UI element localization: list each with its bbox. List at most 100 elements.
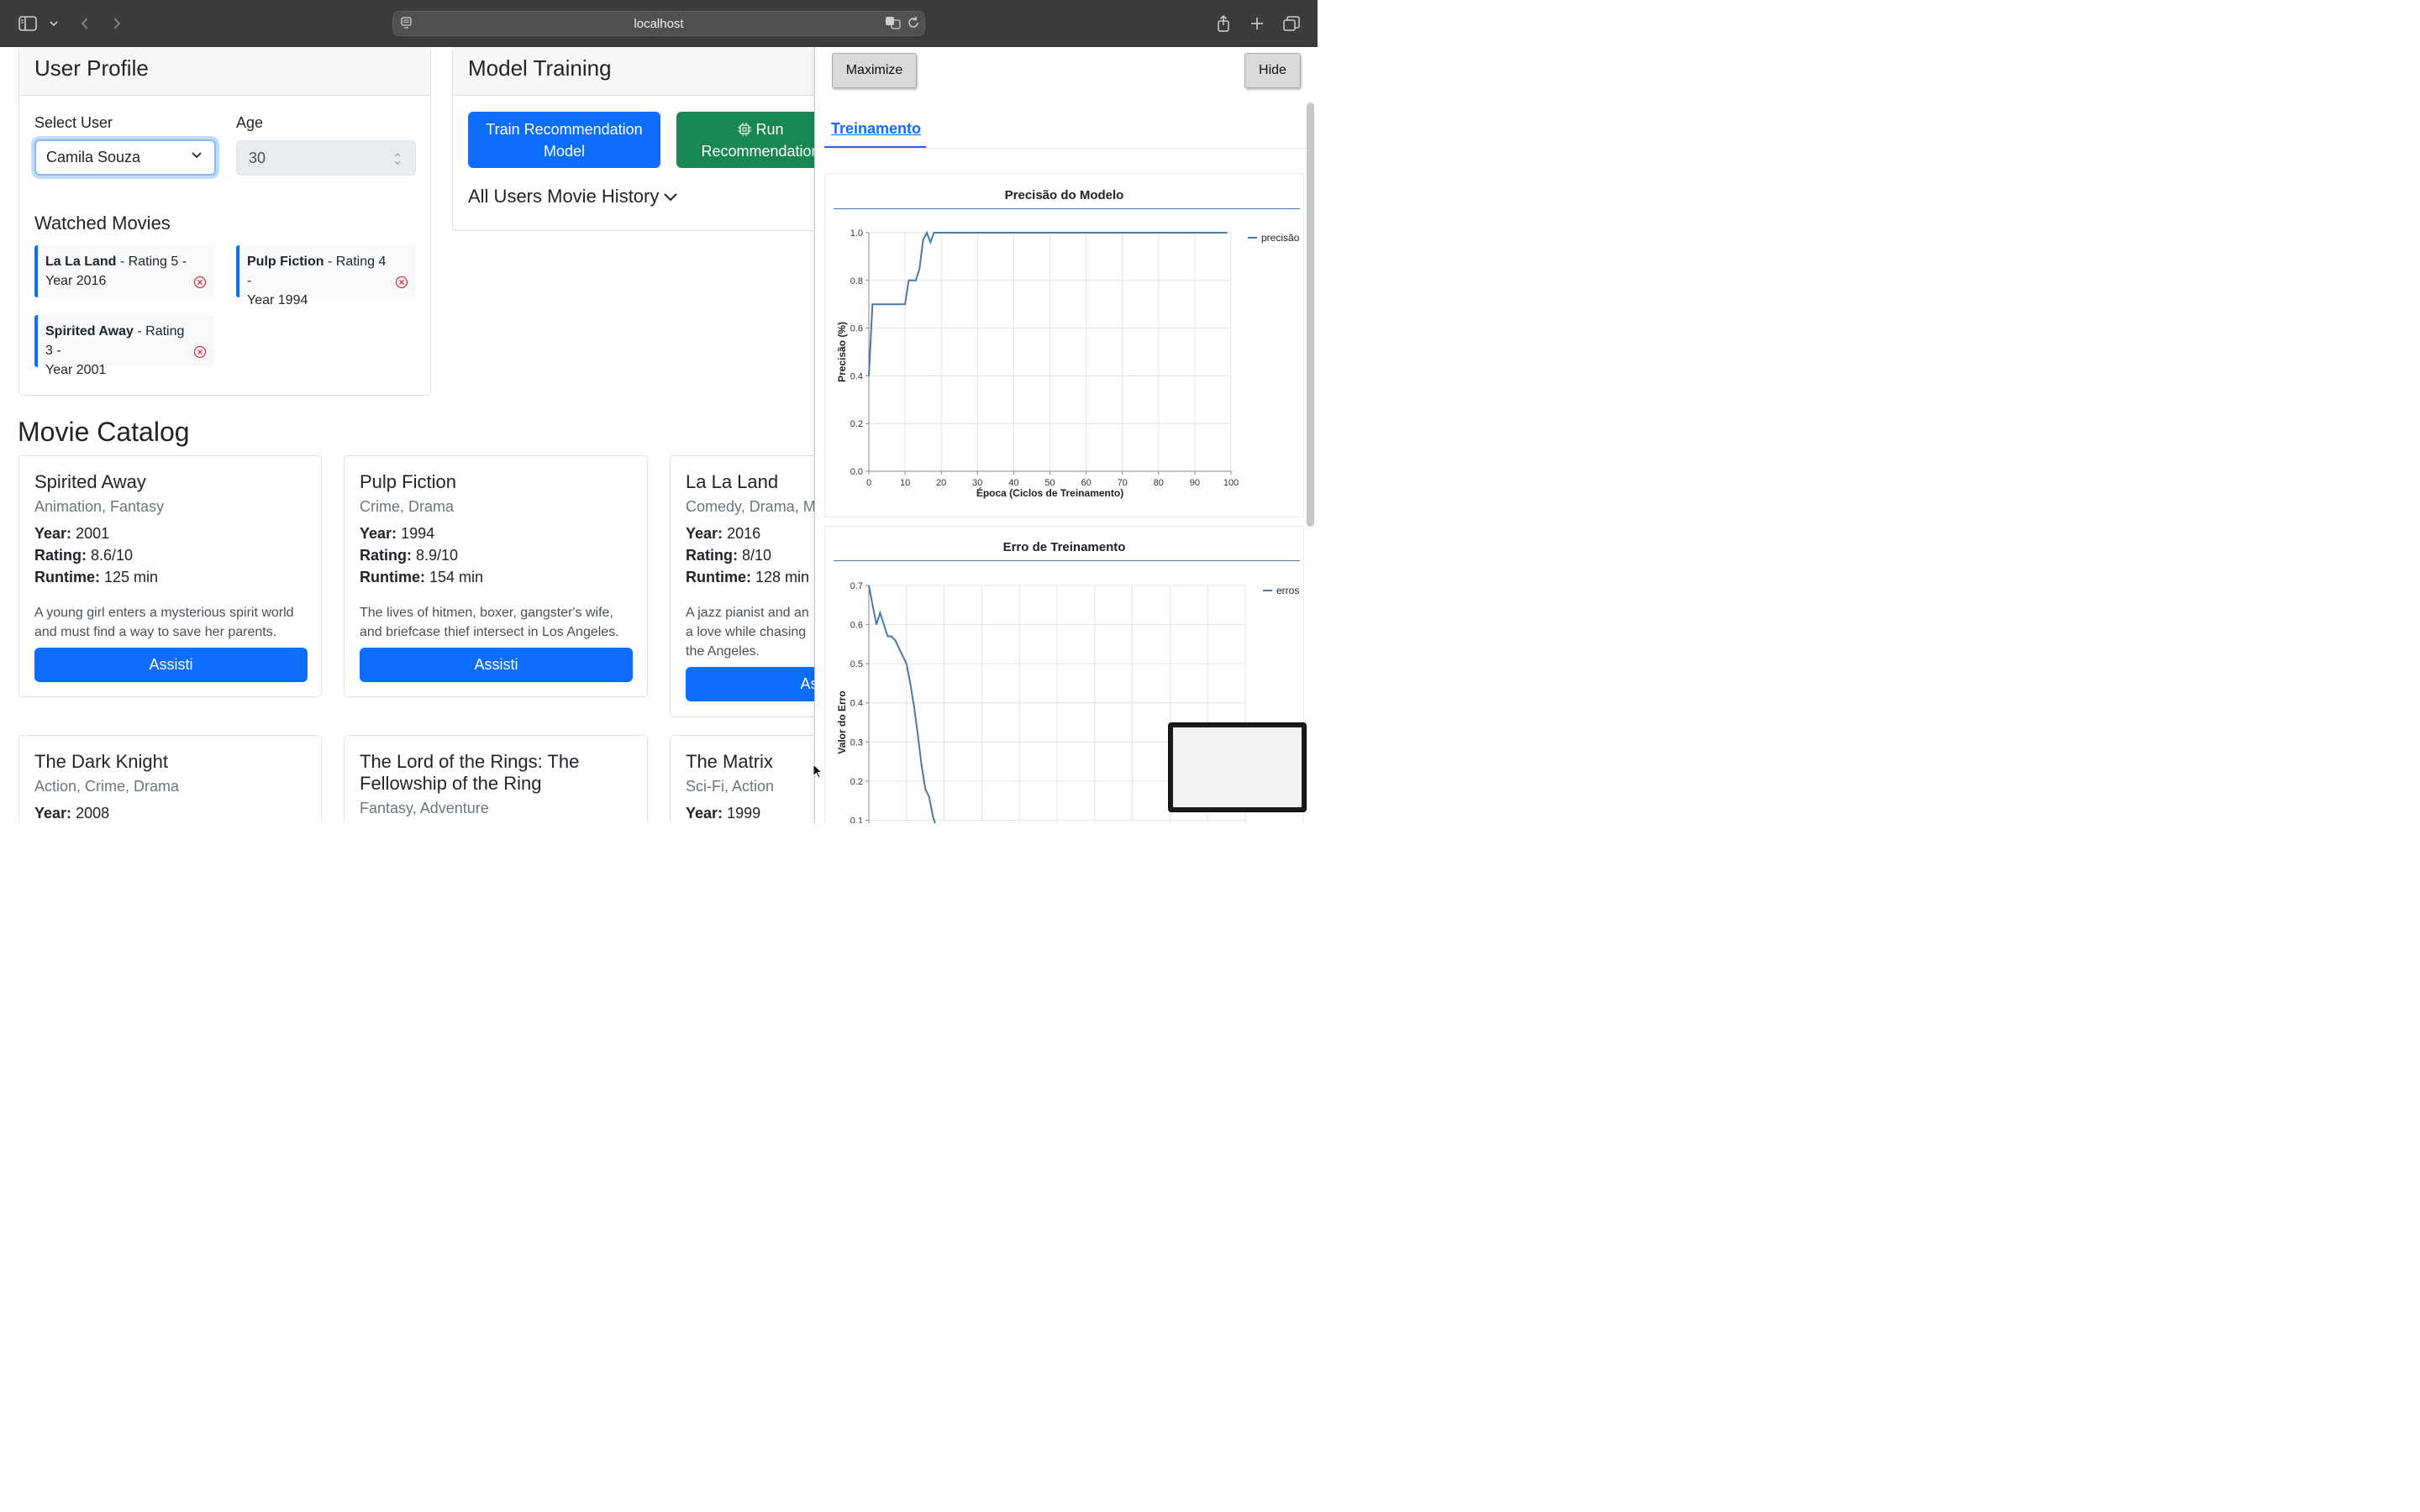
- y-tick-label: 1.0: [850, 228, 863, 239]
- watched-movie-year: Year 2001: [45, 363, 107, 377]
- age-label: Age: [236, 114, 264, 131]
- movie-title: The Dark Knight: [34, 751, 168, 772]
- runtime-label: Runtime:: [34, 569, 100, 585]
- movie-card: The Lord of the Rings: The Fellowship of…: [344, 735, 648, 823]
- watched-movie-year: Year 2016: [45, 274, 107, 288]
- movie-title: Pulp Fiction: [360, 471, 456, 492]
- year-label: Year:: [360, 525, 397, 542]
- movie-history-toggle[interactable]: All Users Movie History: [468, 186, 659, 207]
- movie-title-line1: The Lord of the Rings: The: [360, 751, 580, 772]
- movie-rating: Rating: 8.9/10: [360, 547, 458, 564]
- movie-year: Year: 2016: [686, 525, 760, 543]
- year-label: Year:: [686, 525, 723, 542]
- watched-button[interactable]: Assisti: [34, 648, 308, 682]
- accuracy-chart: 0.00.20.40.60.81.00 10 20 30 40 50 60 70 80 90 100…: [836, 228, 1300, 499]
- movie-title: The Lord of the Rings: The Fellowship of…: [360, 751, 579, 795]
- age-input[interactable]: 30: [236, 140, 416, 176]
- y-tick-label: 0.6: [850, 324, 863, 334]
- watched-button[interactable]: Assisti: [360, 648, 633, 682]
- panel-scrollbar[interactable]: [1307, 102, 1314, 527]
- translate-icon[interactable]: [885, 16, 902, 31]
- y-tick-label: 0.0: [850, 467, 863, 477]
- maximize-button[interactable]: Maximize: [832, 53, 917, 88]
- movie-genres: Crime, Drama: [360, 498, 455, 515]
- year-value: 2016: [727, 525, 761, 542]
- number-spinner-icon[interactable]: [393, 151, 402, 166]
- user-profile-card: User Profile Select User Camila Souza Ag…: [18, 47, 431, 396]
- remove-icon[interactable]: [395, 276, 408, 289]
- rating-label: Rating:: [686, 547, 738, 564]
- train-model-button[interactable]: Train Recommendation Model: [468, 112, 660, 168]
- y-tick-label: 0.3: [850, 738, 863, 748]
- watched-movie-title: La La Land: [45, 255, 117, 269]
- forward-icon[interactable]: [107, 13, 127, 34]
- tab-divider: [824, 148, 1307, 149]
- select-user-label: Select User: [34, 114, 113, 131]
- mouse-cursor-icon: [813, 764, 823, 779]
- legend-label: erros: [1276, 585, 1299, 596]
- watched-movie-item: La La Land - Rating 5 - Year 2016: [34, 245, 214, 297]
- runtime-value: 154 min: [429, 569, 484, 585]
- user-select[interactable]: Camila Souza: [34, 139, 216, 176]
- movie-catalog-title: Movie Catalog: [18, 417, 190, 447]
- movie-title-line2: Fellowship of the Ring: [360, 773, 542, 794]
- rating-value: 8.9/10: [416, 547, 459, 564]
- reload-icon[interactable]: [907, 16, 923, 31]
- x-tick-label: 0: [866, 478, 871, 488]
- accuracy-chart-title: Precisão do Modelo: [1004, 188, 1124, 202]
- movie-year: Year: 2001: [34, 525, 109, 543]
- remove-icon[interactable]: [193, 276, 207, 289]
- address-bar[interactable]: localhost: [392, 11, 925, 36]
- new-tab-icon[interactable]: [1247, 13, 1267, 34]
- year-label: Year:: [34, 805, 72, 822]
- movie-runtime: Runtime: 125 min: [34, 569, 158, 586]
- chevron-down-icon[interactable]: [44, 13, 64, 34]
- movie-genres: Sci-Fi, Action: [686, 778, 775, 795]
- screenshot-thumbnail[interactable]: [1168, 722, 1307, 812]
- back-icon[interactable]: [75, 13, 95, 34]
- remove-icon[interactable]: [193, 345, 207, 359]
- x-tick-label: 100: [1223, 478, 1239, 488]
- selected-user-value: Camila Souza: [46, 149, 141, 165]
- watched-movie-title: Pulp Fiction: [247, 255, 324, 269]
- movie-genres: Action, Crime, Drama: [34, 778, 180, 795]
- x-tick-label: 20: [936, 478, 946, 488]
- tab-overview-icon[interactable]: [1281, 13, 1302, 34]
- movie-genres: Fantasy, Adventure: [360, 800, 489, 816]
- x-tick-label: 90: [1190, 478, 1200, 488]
- run-label-line1: Run: [755, 120, 784, 138]
- url-text: localhost: [634, 17, 684, 31]
- movie-description: The lives of hitmen, boxer, gangster's w…: [360, 606, 619, 639]
- y-tick-label: 0.4: [850, 699, 863, 709]
- movie-description: A young girl enters a mysterious spirit …: [34, 606, 294, 639]
- y-axis-label: Valor do Erro: [836, 690, 848, 753]
- movie-runtime: Runtime: 154 min: [360, 569, 483, 586]
- run-label-line2: Recommendation: [701, 142, 820, 160]
- year-value: 1994: [401, 525, 435, 542]
- model-training-title: Model Training: [468, 55, 612, 81]
- runtime-label: Runtime:: [360, 569, 425, 585]
- thumbnail-preview: [1173, 727, 1302, 807]
- rating-label: Rating:: [34, 547, 87, 564]
- y-axis-label: Precisão (%): [836, 322, 848, 382]
- model-training-header: Model Training: [453, 47, 838, 96]
- movie-year: Year: 1994: [360, 525, 434, 543]
- rating-value: 8/10: [742, 547, 772, 564]
- movie-rating: Rating: 8.6/10: [34, 547, 133, 564]
- movie-title: La La Land: [686, 471, 779, 492]
- cpu-icon: [738, 122, 752, 136]
- series-line: [868, 230, 1228, 376]
- sidebar-toggle-icon[interactable]: [18, 13, 38, 34]
- movie-title: The Matrix: [686, 751, 773, 772]
- share-icon[interactable]: [1213, 13, 1234, 34]
- x-tick-label: 80: [1154, 478, 1164, 488]
- hide-button[interactable]: Hide: [1244, 53, 1301, 88]
- user-profile-header: User Profile: [19, 47, 430, 96]
- watched-movie-title: Spirited Away: [45, 324, 134, 339]
- tab-treinamento[interactable]: Treinamento: [831, 120, 921, 138]
- y-tick-label: 0.7: [850, 581, 863, 591]
- chevron-down-icon: [192, 152, 202, 159]
- chevron-down-icon[interactable]: [663, 192, 678, 203]
- accuracy-chart-card: Precisão do Modelo 0.0 0.2 0.4 0.6 0.8 1.0 0 10…: [824, 173, 1304, 517]
- movie-card: Spirited Away Animation, Fantasy Year: 2…: [18, 455, 322, 697]
